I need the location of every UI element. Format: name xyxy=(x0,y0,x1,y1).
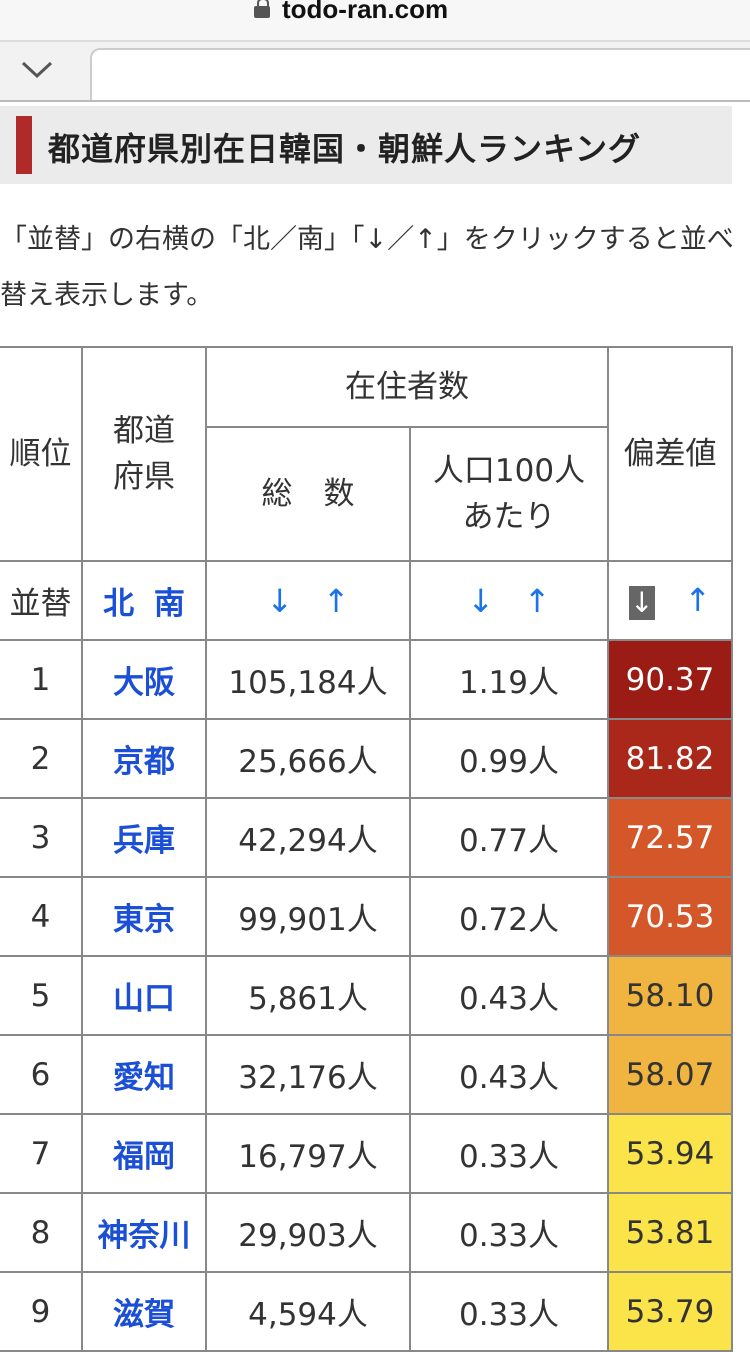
cell-total: 4,594人 xyxy=(205,1271,411,1352)
header-residents: 在住者数 xyxy=(205,346,609,428)
cell-per100: 0.99人 xyxy=(409,718,609,799)
header-total: 総 数 xyxy=(205,426,411,562)
page-title: 都道府県別在日韓国・朝鮮人ランキング xyxy=(48,130,642,168)
sort-per100: ↓ ↑ xyxy=(409,560,609,641)
cell-total: 42,294人 xyxy=(205,797,411,878)
cell-pref: 東京 xyxy=(81,876,207,957)
cell-deviation: 53.79 xyxy=(607,1271,733,1352)
cell-deviation: 90.37 xyxy=(607,639,733,720)
cell-rank: 1 xyxy=(0,639,83,720)
prefecture-link[interactable]: 東京 xyxy=(113,902,175,938)
table-row: 2 京都 25,666人 0.99人 81.82 xyxy=(0,718,733,799)
sort-total-desc-button[interactable]: ↓ xyxy=(266,582,293,620)
header-pref-label: 都道 府県 xyxy=(113,413,175,495)
prefecture-link[interactable]: 兵庫 xyxy=(113,823,175,859)
cell-total: 99,901人 xyxy=(205,876,411,957)
prefecture-link[interactable]: 滋賀 xyxy=(113,1297,175,1333)
cell-deviation: 58.10 xyxy=(607,955,733,1036)
chevron-down-icon xyxy=(21,61,53,79)
cell-rank: 6 xyxy=(0,1034,83,1115)
header-per100: 人口100人 あたり xyxy=(409,426,609,562)
cell-total: 16,797人 xyxy=(205,1113,411,1194)
cell-rank: 2 xyxy=(0,718,83,799)
cell-total: 32,176人 xyxy=(205,1034,411,1115)
prefecture-link[interactable]: 山口 xyxy=(113,981,175,1017)
cell-rank: 7 xyxy=(0,1113,83,1194)
cell-rank: 9 xyxy=(0,1271,83,1352)
cell-total: 105,184人 xyxy=(205,639,411,720)
ranking-table: 順位 都道 府県 在住者数 偏差値 総 数 人口100人 あたり 並替 北 南 … xyxy=(0,346,733,1352)
sort-total-asc-button[interactable]: ↑ xyxy=(323,582,350,620)
cell-total: 5,861人 xyxy=(205,955,411,1036)
cell-pref: 兵庫 xyxy=(81,797,207,878)
cell-total: 25,666人 xyxy=(205,718,411,799)
cell-pref: 福岡 xyxy=(81,1113,207,1194)
sort-deviation: ↓ ↑ xyxy=(607,560,733,641)
header-pref: 都道 府県 xyxy=(81,346,207,562)
cell-deviation: 53.81 xyxy=(607,1192,733,1273)
cell-rank: 4 xyxy=(0,876,83,957)
header-rank: 順位 xyxy=(0,346,83,562)
cell-pref: 京都 xyxy=(81,718,207,799)
cell-per100: 0.72人 xyxy=(409,876,609,957)
prefecture-link[interactable]: 愛知 xyxy=(113,1060,175,1096)
heading-accent-bar xyxy=(16,116,32,174)
collapse-button[interactable] xyxy=(0,42,90,98)
cell-pref: 滋賀 xyxy=(81,1271,207,1352)
cell-per100: 0.43人 xyxy=(409,955,609,1036)
tab-strip xyxy=(0,42,750,100)
cell-per100: 1.19人 xyxy=(409,639,609,720)
cell-rank: 8 xyxy=(0,1192,83,1273)
cell-per100: 0.33人 xyxy=(409,1113,609,1194)
table-row: 9 滋賀 4,594人 0.33人 53.79 xyxy=(0,1271,733,1352)
prefecture-link[interactable]: 大阪 xyxy=(113,665,175,701)
url-domain[interactable]: todo-ran.com xyxy=(282,0,448,25)
table-row: 5 山口 5,861人 0.43人 58.10 xyxy=(0,955,733,1036)
sort-label: 並替 xyxy=(0,560,83,641)
section-heading: 都道府県別在日韓国・朝鮮人ランキング xyxy=(0,106,732,184)
table-row: 8 神奈川 29,903人 0.33人 53.81 xyxy=(0,1192,733,1273)
sort-per100-desc-button[interactable]: ↓ xyxy=(467,582,494,620)
table-row: 1 大阪 105,184人 1.19人 90.37 xyxy=(0,639,733,720)
address-bar[interactable]: todo-ran.com xyxy=(0,0,750,40)
cell-rank: 3 xyxy=(0,797,83,878)
sort-total: ↓ ↑ xyxy=(205,560,411,641)
prefecture-link[interactable]: 神奈川 xyxy=(98,1218,191,1254)
cell-pref: 山口 xyxy=(81,955,207,1036)
prefecture-link[interactable]: 福岡 xyxy=(113,1139,175,1175)
cell-per100: 0.33人 xyxy=(409,1192,609,1273)
cell-total: 29,903人 xyxy=(205,1192,411,1273)
cell-deviation: 72.57 xyxy=(607,797,733,878)
sort-deviation-asc-button[interactable]: ↑ xyxy=(684,581,711,619)
cell-deviation: 70.53 xyxy=(607,876,733,957)
cell-per100: 0.77人 xyxy=(409,797,609,878)
sort-south-button[interactable]: 南 xyxy=(154,586,185,622)
table-row: 7 福岡 16,797人 0.33人 53.94 xyxy=(0,1113,733,1194)
table-row: 4 東京 99,901人 0.72人 70.53 xyxy=(0,876,733,957)
cell-pref: 愛知 xyxy=(81,1034,207,1115)
cell-deviation: 58.07 xyxy=(607,1034,733,1115)
sort-region: 北 南 xyxy=(81,560,207,641)
cell-per100: 0.43人 xyxy=(409,1034,609,1115)
divider xyxy=(0,100,750,102)
cell-rank: 5 xyxy=(0,955,83,1036)
prefecture-link[interactable]: 京都 xyxy=(113,744,175,780)
tab[interactable] xyxy=(90,48,750,100)
sort-per100-asc-button[interactable]: ↑ xyxy=(524,582,551,620)
sort-row: 並替 北 南 ↓ ↑ ↓ ↑ ↓ ↑ xyxy=(0,560,733,641)
cell-per100: 0.33人 xyxy=(409,1271,609,1352)
sort-deviation-desc-active[interactable]: ↓ xyxy=(628,585,655,620)
cell-pref: 大阪 xyxy=(81,639,207,720)
sort-north-button[interactable]: 北 xyxy=(103,586,134,622)
table-row: 6 愛知 32,176人 0.43人 58.07 xyxy=(0,1034,733,1115)
table-row: 3 兵庫 42,294人 0.77人 72.57 xyxy=(0,797,733,878)
header-per100-label: 人口100人 あたり xyxy=(432,453,586,535)
header-deviation: 偏差値 xyxy=(607,346,733,562)
lock-icon xyxy=(254,0,270,18)
cell-deviation: 81.82 xyxy=(607,718,733,799)
cell-pref: 神奈川 xyxy=(81,1192,207,1273)
description: 「並替」の右横の「北／南」「↓／↑」をクリックすると並べ替え表示します。 xyxy=(0,224,734,311)
cell-deviation: 53.94 xyxy=(607,1113,733,1194)
